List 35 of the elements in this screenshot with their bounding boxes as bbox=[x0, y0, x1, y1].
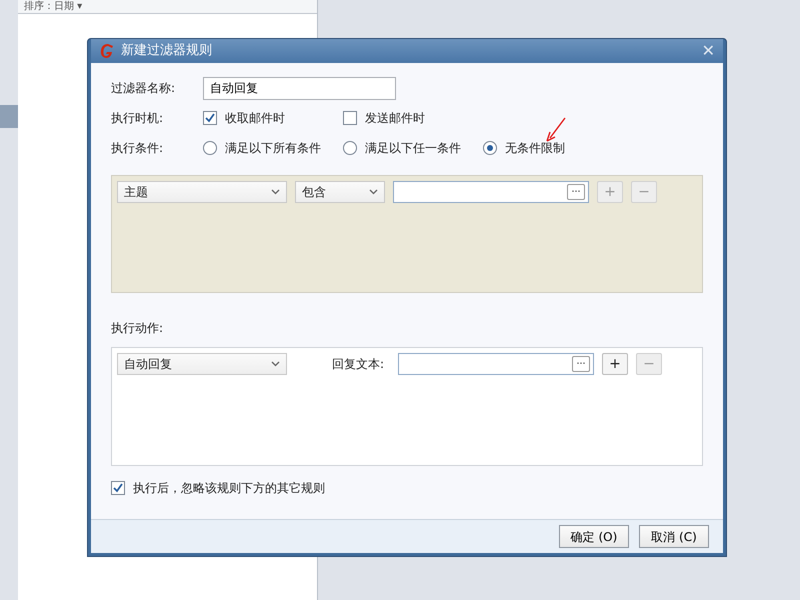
dialog-button[interactable]: 确定 (O) bbox=[559, 525, 629, 548]
radio-option[interactable]: 满足以下任一条件 bbox=[343, 139, 483, 157]
field-dropdown[interactable]: 主题 bbox=[117, 181, 287, 203]
radio-button[interactable] bbox=[483, 141, 497, 155]
field-label: 过滤器名称: bbox=[111, 80, 176, 97]
checkbox[interactable] bbox=[111, 481, 125, 495]
more-button[interactable]: ⋯ bbox=[567, 184, 585, 200]
checkbox[interactable] bbox=[203, 111, 217, 125]
dialog-button[interactable]: 取消 (C) bbox=[639, 525, 709, 548]
text-field[interactable]: ⋯ bbox=[398, 353, 594, 375]
checkbox[interactable] bbox=[343, 111, 357, 125]
annotation-arrow bbox=[545, 117, 567, 143]
sort-label[interactable]: 排序：日期 ▾ bbox=[24, 1, 82, 12]
name-field[interactable]: 自动回复 bbox=[203, 76, 396, 100]
caret-icon bbox=[271, 189, 280, 195]
app-logo-icon bbox=[99, 43, 115, 59]
text-field[interactable]: ⋯ bbox=[393, 181, 589, 203]
field-label: 执行时机: bbox=[111, 110, 164, 127]
caret-icon bbox=[369, 189, 378, 195]
radio-option[interactable]: 无条件限制 bbox=[483, 139, 565, 157]
add-button[interactable]: + bbox=[602, 353, 628, 375]
field-label: 执行条件: bbox=[111, 140, 164, 157]
checkbox-option[interactable]: 发送邮件时 bbox=[343, 109, 483, 127]
section-label: 执行动作: bbox=[111, 320, 164, 337]
dialog-title: 新建过滤器规则 bbox=[121, 42, 212, 60]
radio-option[interactable]: 满足以下所有条件 bbox=[203, 139, 343, 157]
radio-button[interactable] bbox=[343, 141, 357, 155]
caret-icon bbox=[271, 361, 280, 367]
field-label: 回复文本: bbox=[330, 356, 385, 373]
checkbox-option[interactable]: 收取邮件时 bbox=[203, 109, 343, 127]
action-dropdown[interactable]: 自动回复 bbox=[117, 353, 287, 375]
more-button[interactable]: ⋯ bbox=[572, 356, 590, 372]
checkbox-option[interactable]: 执行后，忽略该规则下方的其它规则 bbox=[111, 479, 325, 497]
radio-button[interactable] bbox=[203, 141, 217, 155]
operator-dropdown[interactable]: 包含 bbox=[295, 181, 385, 203]
